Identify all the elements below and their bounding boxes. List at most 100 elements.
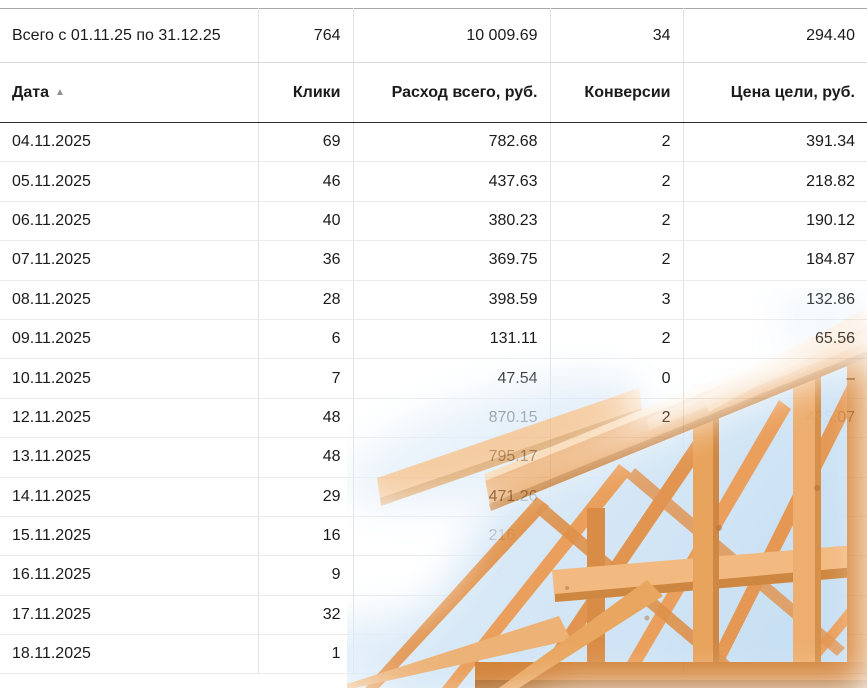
cell-date: 13.11.2025 [0, 438, 258, 477]
table-row: 15.11.2025 16 216.25 [0, 516, 867, 555]
cell-date: 10.11.2025 [0, 359, 258, 398]
cell-clicks: 29 [258, 477, 353, 516]
stats-table: Всего с 01.11.25 по 31.12.25 764 10 009.… [0, 8, 867, 674]
table-row: 16.11.2025 9 99.64 [0, 556, 867, 595]
table-row: 18.11.2025 1 4.5 [0, 635, 867, 674]
cell-cost: 499.38 [353, 595, 550, 634]
cell-date: 17.11.2025 [0, 595, 258, 634]
cell-date: 06.11.2025 [0, 201, 258, 240]
cell-date: 07.11.2025 [0, 241, 258, 280]
totals-goal-cost: 294.40 [683, 9, 867, 63]
cell-goal-cost: 65.56 [683, 319, 867, 358]
cell-conversions: 0 [550, 359, 683, 398]
cell-conversions: 2 [550, 123, 683, 162]
cell-clicks: 6 [258, 319, 353, 358]
cell-clicks: 9 [258, 556, 353, 595]
cell-clicks: 7 [258, 359, 353, 398]
cell-cost: 471.26 [353, 477, 550, 516]
cell-clicks: 48 [258, 398, 353, 437]
cell-conversions: 3 [550, 280, 683, 319]
table-row: 09.11.2025 6 131.11 2 65.56 [0, 319, 867, 358]
cell-conversions [550, 477, 683, 516]
column-header-cost[interactable]: Расход всего, руб. [353, 63, 550, 123]
cell-clicks: 40 [258, 201, 353, 240]
statistics-report: Всего с 01.11.25 по 31.12.25 764 10 009.… [0, 0, 867, 688]
cell-cost: 99.64 [353, 556, 550, 595]
cell-goal-cost: 391.34 [683, 123, 867, 162]
cell-date: 16.11.2025 [0, 556, 258, 595]
cell-goal-cost: 435.07 [683, 398, 867, 437]
cell-clicks: 69 [258, 123, 353, 162]
cell-goal-cost: 218.82 [683, 162, 867, 201]
column-header-date-label: Дата [12, 84, 49, 101]
cell-goal-cost: 190.12 [683, 201, 867, 240]
cell-date: 18.11.2025 [0, 635, 258, 674]
cell-date: 14.11.2025 [0, 477, 258, 516]
cell-cost: 795.17 [353, 438, 550, 477]
totals-period: Всего с 01.11.25 по 31.12.25 [0, 9, 258, 63]
cell-goal-cost: 132.86 [683, 280, 867, 319]
table-row: 07.11.2025 36 369.75 2 184.87 [0, 241, 867, 280]
table-row: 08.11.2025 28 398.59 3 132.86 [0, 280, 867, 319]
header-row: Дата ▲ Клики Расход всего, руб. Конверсии… [0, 63, 867, 123]
cell-conversions: 2 [550, 398, 683, 437]
cell-cost: 398.59 [353, 280, 550, 319]
cell-cost: 369.75 [353, 241, 550, 280]
totals-cost: 10 009.69 [353, 9, 550, 63]
cell-cost: 131.11 [353, 319, 550, 358]
cell-date: 12.11.2025 [0, 398, 258, 437]
cell-goal-cost [683, 516, 867, 555]
cell-goal-cost [683, 635, 867, 674]
cell-date: 08.11.2025 [0, 280, 258, 319]
cell-clicks: 32 [258, 595, 353, 634]
cell-cost: 47.54 [353, 359, 550, 398]
cell-goal-cost [683, 595, 867, 634]
cell-conversions: 2 [550, 241, 683, 280]
cell-clicks: 36 [258, 241, 353, 280]
totals-clicks: 764 [258, 9, 353, 63]
cell-cost: 216.25 [353, 516, 550, 555]
cell-cost: 782.68 [353, 123, 550, 162]
table-row: 17.11.2025 32 499.38 [0, 595, 867, 634]
cell-date: 09.11.2025 [0, 319, 258, 358]
cell-goal-cost [683, 556, 867, 595]
cell-goal-cost: – [683, 359, 867, 398]
column-header-goal-cost[interactable]: Цена цели, руб. [683, 63, 867, 123]
cell-conversions [550, 438, 683, 477]
totals-row: Всего с 01.11.25 по 31.12.25 764 10 009.… [0, 9, 867, 63]
cell-date: 04.11.2025 [0, 123, 258, 162]
cell-cost: 870.15 [353, 398, 550, 437]
cell-cost: 380.23 [353, 201, 550, 240]
table-row: 05.11.2025 46 437.63 2 218.82 [0, 162, 867, 201]
cell-conversions [550, 556, 683, 595]
cell-clicks: 1 [258, 635, 353, 674]
table-row: 06.11.2025 40 380.23 2 190.12 [0, 201, 867, 240]
cell-clicks: 16 [258, 516, 353, 555]
table-row: 12.11.2025 48 870.15 2 435.07 [0, 398, 867, 437]
cell-conversions: 2 [550, 201, 683, 240]
cell-clicks: 48 [258, 438, 353, 477]
column-header-conversions[interactable]: Конверсии [550, 63, 683, 123]
cell-date: 05.11.2025 [0, 162, 258, 201]
cell-date: 15.11.2025 [0, 516, 258, 555]
column-header-date[interactable]: Дата ▲ [0, 63, 258, 123]
table-row: 10.11.2025 7 47.54 0 – [0, 359, 867, 398]
cell-cost: 437.63 [353, 162, 550, 201]
totals-conversions: 34 [550, 9, 683, 63]
column-header-clicks[interactable]: Клики [258, 63, 353, 123]
table-row: 14.11.2025 29 471.26 [0, 477, 867, 516]
cell-conversions [550, 516, 683, 555]
cell-clicks: 46 [258, 162, 353, 201]
cell-goal-cost [683, 438, 867, 477]
sort-asc-icon[interactable]: ▲ [55, 87, 65, 98]
cell-conversions [550, 635, 683, 674]
cell-conversions [550, 595, 683, 634]
cell-cost: 4.5 [353, 635, 550, 674]
cell-conversions: 2 [550, 162, 683, 201]
cell-goal-cost [683, 477, 867, 516]
cell-conversions: 2 [550, 319, 683, 358]
table-row: 13.11.2025 48 795.17 [0, 438, 867, 477]
cell-clicks: 28 [258, 280, 353, 319]
cell-goal-cost: 184.87 [683, 241, 867, 280]
table-row: 04.11.2025 69 782.68 2 391.34 [0, 123, 867, 162]
